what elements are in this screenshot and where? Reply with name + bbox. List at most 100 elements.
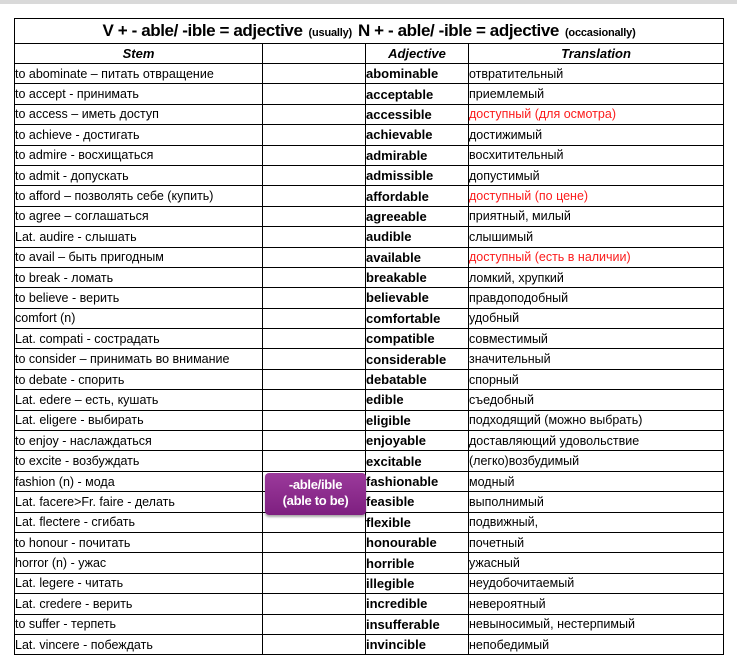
word-formation-table: V + - able/ -ible = adjective (usually) N … <box>13 18 725 655</box>
cell-middle-spacer <box>262 328 366 350</box>
table-row: Lat. facere>Fr. faire - делать feasible вы… <box>14 491 725 513</box>
cell-stem: to enjoy - наслаждаться <box>14 430 263 452</box>
table-row: comfort (n) comfortable удобный <box>14 307 725 330</box>
cell-adjective: compatible <box>365 328 469 350</box>
rule-title-cell: V + - able/ -ible = adjective (usually) N … <box>13 18 725 44</box>
table-row: to achieve - достигать achievable достижим… <box>14 124 725 146</box>
cell-stem: Lat. legere - читать <box>14 572 263 595</box>
cell-translation: удобный <box>467 307 725 330</box>
cell-stem: Lat. facere>Fr. faire - делать <box>14 491 263 513</box>
cell-stem: comfort (n) <box>14 307 263 330</box>
cell-stem: Lat. flectere - сгибать <box>14 511 263 533</box>
table-body: to abominate – питать отвращение abominab… <box>14 62 725 655</box>
cell-translation: спорный <box>467 368 725 391</box>
cell-middle-spacer <box>262 552 366 574</box>
cell-middle-spacer <box>262 389 366 411</box>
cell-stem: to abominate – питать отвращение <box>14 62 263 85</box>
cell-stem: to achieve - достигать <box>14 124 263 146</box>
cell-adjective: accessible <box>365 103 469 126</box>
cell-adjective: flexible <box>365 511 469 533</box>
cell-translation: доступный (для осмотра) <box>467 103 725 126</box>
suffix-meaning-badge: -able/ible (able to be) <box>265 473 366 515</box>
table-row: Lat. edere – есть, кушать edible съедобный <box>14 389 725 411</box>
table-row: to debate - спорить debatable спорный <box>14 368 725 391</box>
table-row: to agree – соглашаться agreeable приятный,… <box>14 205 725 228</box>
page-top-strip <box>0 0 737 4</box>
cell-stem: to debate - спорить <box>14 368 263 391</box>
cell-middle-spacer <box>262 531 366 554</box>
cell-adjective: enjoyable <box>365 430 469 452</box>
noun-rule-note: (occasionally) <box>564 27 636 39</box>
cell-adjective: honourable <box>365 531 469 554</box>
cell-translation: непобедимый <box>467 633 725 655</box>
cell-adjective: considerable <box>365 348 469 370</box>
worksheet-table-container: V + - able/ -ible = adjective (usually) N … <box>13 18 725 655</box>
cell-adjective: abominable <box>365 62 469 85</box>
table-row: to admit - допускать admissible допустимый <box>14 164 725 187</box>
cell-adjective: invincible <box>365 633 469 655</box>
cell-middle-spacer <box>262 409 366 432</box>
table-row: to admire - восхищаться admirable восхитит… <box>14 144 725 166</box>
cell-adjective: believable <box>365 287 469 309</box>
table-row: Lat. eligere - выбирать eligible подходящи… <box>14 409 725 432</box>
cell-translation: выполнимый <box>467 491 725 513</box>
cell-middle-spacer <box>262 430 366 452</box>
cell-translation: приемлемый <box>467 83 725 105</box>
table-row: Lat. flectere - сгибать flexible подвижный… <box>14 511 725 533</box>
table-row: Lat. audire - слышать audible слышимый <box>14 226 725 248</box>
cell-translation: совместимый <box>467 328 725 350</box>
table-row: to consider – принимать во внимание consi… <box>14 348 725 370</box>
cell-adjective: affordable <box>365 185 469 207</box>
cell-middle-spacer <box>262 266 366 289</box>
cell-translation: доступный (по цене) <box>467 185 725 207</box>
cell-middle-spacer <box>262 450 366 472</box>
table-row: to believe - верить believable правдоподоб… <box>14 287 725 309</box>
cell-middle-spacer <box>262 287 366 309</box>
cell-stem: Lat. edere – есть, кушать <box>14 389 263 411</box>
cell-adjective: insufferable <box>365 613 469 635</box>
cell-translation: (легко)возбудимый <box>467 450 725 472</box>
cell-adjective: edible <box>365 389 469 411</box>
cell-stem: to agree – соглашаться <box>14 205 263 228</box>
cell-translation: слышимый <box>467 226 725 248</box>
verb-rule-note: (usually) <box>308 27 353 39</box>
cell-adjective: acceptable <box>365 83 469 105</box>
cell-middle-spacer <box>262 185 366 207</box>
table-row: to enjoy - наслаждаться enjoyable доставля… <box>14 430 725 452</box>
cell-stem: Lat. vincere - побеждать <box>14 633 263 655</box>
cell-adjective: fashionable <box>365 470 469 493</box>
table-row: to break - ломать breakable ломкий, хрупки… <box>14 266 725 289</box>
cell-adjective: admirable <box>365 144 469 166</box>
cell-adjective: incredible <box>365 593 469 615</box>
cell-translation: правдоподобный <box>467 287 725 309</box>
cell-adjective: agreeable <box>365 205 469 228</box>
cell-middle-spacer <box>262 348 366 370</box>
table-row: to honour - почитать honourable почетный <box>14 531 725 554</box>
cell-stem: to admit - допускать <box>14 164 263 187</box>
cell-adjective: eligible <box>365 409 469 432</box>
table-row: to accept - принимать acceptable приемлемы… <box>14 83 725 105</box>
cell-stem: to afford – позволять себе (купить) <box>14 185 263 207</box>
cell-translation: приятный, милый <box>467 205 725 228</box>
cell-stem: Lat. credere - верить <box>14 593 263 615</box>
column-header-middle <box>262 43 366 64</box>
cell-adjective: available <box>365 246 469 268</box>
cell-middle-spacer <box>262 124 366 146</box>
table-row: Lat. legere - читать illegible неудобочита… <box>14 572 725 595</box>
cell-translation: неудобочитаемый <box>467 572 725 595</box>
cell-stem: to accept - принимать <box>14 83 263 105</box>
cell-translation: ломкий, хрупкий <box>467 266 725 289</box>
table-header-row: Stem Adjective Translation <box>14 43 725 64</box>
cell-middle-spacer <box>262 246 366 268</box>
cell-stem: fashion (n) - мода <box>14 470 263 493</box>
table-row: to access – иметь доступ accessible доступ… <box>14 103 725 126</box>
cell-middle-spacer <box>262 593 366 615</box>
cell-stem: to suffer - терпеть <box>14 613 263 635</box>
cell-adjective: debatable <box>365 368 469 391</box>
table-row: to abominate – питать отвращение abominab… <box>14 62 725 85</box>
cell-stem: to excite - возбуждать <box>14 450 263 472</box>
cell-translation: достижимый <box>467 124 725 146</box>
cell-stem: to honour - почитать <box>14 531 263 554</box>
cell-middle-spacer <box>262 368 366 391</box>
cell-translation: подходящий (можно выбрать) <box>467 409 725 432</box>
